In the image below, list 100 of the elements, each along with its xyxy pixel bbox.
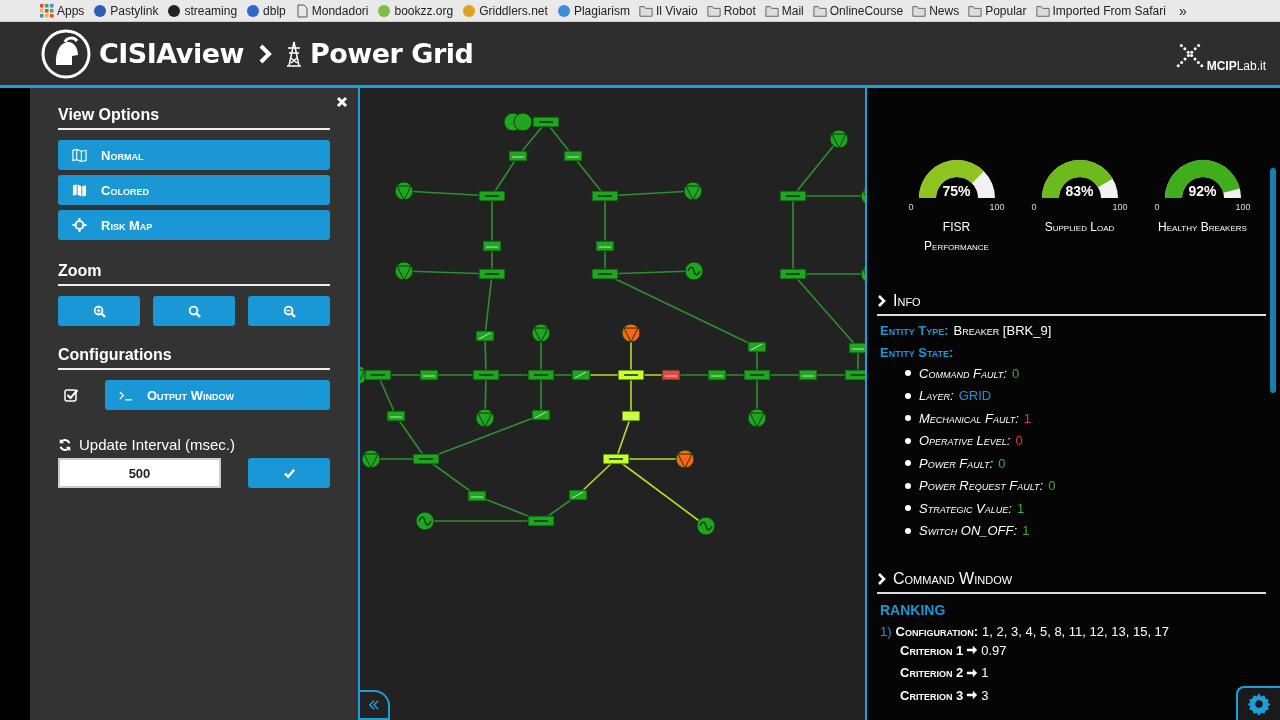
gauge-value: 92% bbox=[1187, 183, 1218, 199]
configuration-label: Configuration: bbox=[895, 624, 979, 639]
chevron-right-icon bbox=[257, 43, 272, 64]
refresh-icon bbox=[58, 437, 72, 452]
bullet-icon bbox=[905, 437, 911, 444]
bullet-icon bbox=[905, 392, 911, 399]
bookmark-link[interactable]: Mail bbox=[764, 3, 804, 18]
bookmark-link[interactable]: Apps bbox=[40, 3, 85, 18]
state-value: 0 bbox=[1048, 478, 1056, 494]
section-heading: Configurations bbox=[58, 346, 330, 370]
bullet-icon bbox=[905, 370, 911, 377]
state-label: Power Request Fault: bbox=[919, 478, 1044, 494]
chevron-right-icon bbox=[877, 294, 887, 308]
criterion-value: 1 bbox=[981, 665, 989, 681]
settings-icon bbox=[1246, 691, 1272, 717]
zoom-in-icon bbox=[92, 304, 106, 318]
info-section-header[interactable]: Info bbox=[877, 292, 1266, 316]
more-bookmarks[interactable]: » bbox=[1178, 2, 1187, 19]
state-label: Switch ON_OFF: bbox=[919, 523, 1018, 539]
criterion-value: 3 bbox=[981, 687, 989, 703]
arrow-right-icon bbox=[966, 644, 979, 657]
bullet-icon bbox=[905, 527, 911, 534]
bullet-icon bbox=[905, 460, 911, 467]
update-interval-label: Update Interval (msec.) bbox=[79, 436, 235, 453]
entity-type-value: Breaker [BRK_9] bbox=[953, 323, 1052, 338]
state-label: Mechanical Fault: bbox=[919, 410, 1019, 426]
state-value: GRID bbox=[958, 388, 992, 404]
page-title: Power Grid bbox=[309, 38, 474, 69]
state-value: 0 bbox=[1015, 433, 1023, 449]
gauge-title: Supplied Load bbox=[1044, 219, 1115, 236]
entity-type-label: Entity Type: bbox=[880, 323, 949, 338]
state-value: 1 bbox=[1023, 410, 1032, 426]
folder-icon bbox=[968, 3, 983, 18]
collapse-panel-button[interactable] bbox=[360, 690, 390, 720]
page-icon bbox=[294, 3, 309, 18]
search-icon bbox=[187, 304, 201, 318]
state-value: 1 bbox=[1022, 523, 1030, 539]
state-value: 0 bbox=[1011, 365, 1020, 381]
state-label: Command Fault: bbox=[919, 365, 1007, 381]
bookmark-link[interactable]: Robot bbox=[706, 3, 756, 18]
folder-icon bbox=[912, 3, 927, 18]
checkbox[interactable] bbox=[64, 388, 78, 402]
bookmark-link[interactable]: Imported From Safari bbox=[1035, 3, 1166, 18]
bookmark-link[interactable]: OnlineCourse bbox=[812, 3, 904, 18]
chevron-right-icon bbox=[877, 572, 887, 586]
gauge-max-label: 100 bbox=[1235, 202, 1251, 212]
map-icon bbox=[72, 148, 87, 162]
zoom-out-button[interactable] bbox=[248, 296, 330, 326]
gauge-max-label: 100 bbox=[1112, 202, 1128, 212]
state-label: Layer: bbox=[919, 388, 954, 404]
checkmark-icon bbox=[282, 467, 296, 479]
terminal-icon bbox=[119, 389, 133, 401]
zoom-in-button[interactable] bbox=[58, 296, 140, 326]
ranking-index: 1) bbox=[880, 624, 892, 639]
bookmark-link[interactable]: bookzz.org bbox=[377, 3, 454, 18]
criterion-label: Criterion 1 bbox=[900, 642, 964, 658]
bookmark-link[interactable]: dblp bbox=[246, 3, 286, 18]
arrow-right-icon bbox=[966, 689, 979, 702]
interval-input-field[interactable]: 500 bbox=[58, 458, 221, 488]
map-icon bbox=[72, 183, 87, 197]
gauge-title: FISR Performance bbox=[923, 219, 990, 255]
bullet-icon bbox=[905, 505, 911, 512]
bookmark-link[interactable]: streaming bbox=[167, 3, 238, 18]
folder-icon bbox=[1035, 3, 1050, 18]
zoom-reset-button[interactable] bbox=[153, 296, 235, 326]
folder-icon bbox=[638, 3, 653, 18]
bookmark-link[interactable]: Pastylink bbox=[93, 3, 159, 18]
bookmark-link[interactable]: Il Vivaio bbox=[638, 3, 698, 18]
bullet-icon bbox=[905, 415, 911, 422]
criterion-label: Criterion 2 bbox=[900, 665, 964, 681]
state-label: Power Fault: bbox=[919, 455, 994, 471]
gauge-value: 83% bbox=[1064, 183, 1095, 199]
gauge-min-label: 0 bbox=[1154, 202, 1160, 212]
lab-logo-text: MCIPLab.it bbox=[1206, 59, 1266, 73]
bullet-icon bbox=[905, 482, 911, 489]
arrow-right-icon bbox=[966, 666, 979, 679]
bookmark-link[interactable]: Plagiarism bbox=[556, 3, 630, 18]
bookmark-link[interactable]: News bbox=[912, 3, 960, 18]
power-tower-icon bbox=[285, 40, 302, 67]
scrollbar-thumb[interactable] bbox=[1270, 168, 1276, 393]
criterion-label: Criterion 3 bbox=[900, 687, 964, 703]
folder-icon bbox=[706, 3, 721, 18]
state-label: Operative Level: bbox=[919, 433, 1011, 449]
apps-grid-icon bbox=[40, 3, 54, 18]
settings-button[interactable] bbox=[1236, 686, 1280, 720]
bookmark-link[interactable]: Popular bbox=[968, 3, 1027, 18]
command-window-header[interactable]: Command Window bbox=[877, 570, 1266, 594]
bookmark-link[interactable]: Mondadori bbox=[294, 3, 369, 18]
zoom-out-icon bbox=[282, 304, 296, 318]
bookmark-link[interactable]: Griddlers.net bbox=[462, 3, 548, 18]
gauge-value: 75% bbox=[941, 183, 972, 199]
close-icon[interactable] bbox=[336, 96, 348, 108]
crosshair-icon bbox=[72, 218, 87, 232]
gauge-min-label: 0 bbox=[908, 202, 914, 212]
configuration-value: 1, 2, 3, 4, 5, 8, 11, 12, 13, 15, 17 bbox=[982, 624, 1170, 639]
gauge-max-label: 100 bbox=[989, 202, 1005, 212]
state-value: 0 bbox=[998, 455, 1006, 471]
section-heading: View Options bbox=[58, 106, 330, 130]
ranking-title: RANKING bbox=[880, 602, 947, 618]
entity-state-label: Entity State: bbox=[880, 345, 954, 360]
